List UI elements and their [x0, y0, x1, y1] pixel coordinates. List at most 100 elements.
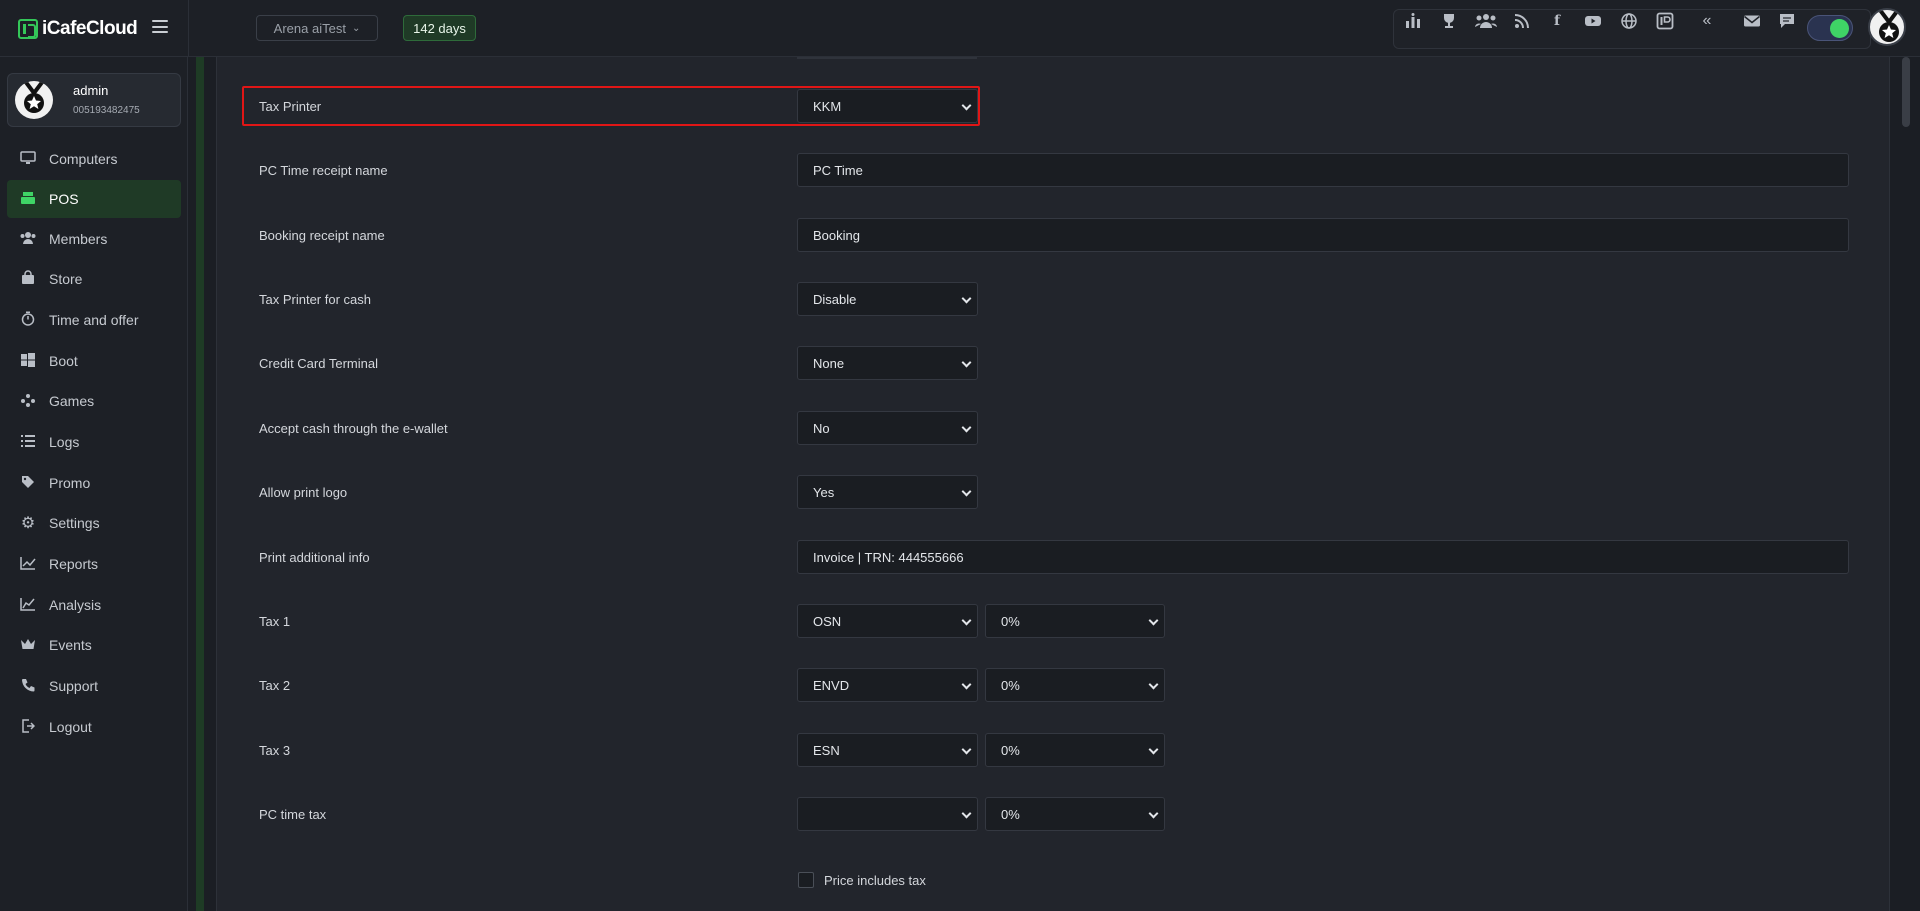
sidebar-item-label: Boot: [49, 353, 78, 369]
sidebar-item-logout[interactable]: Logout: [7, 709, 181, 745]
sidebar-item-pos[interactable]: POS: [7, 180, 181, 218]
cafe-selector-label: Arena aiTest: [273, 20, 346, 36]
list-icon: [19, 434, 37, 450]
tax-printer-label: Tax Printer: [259, 99, 322, 114]
credit-card-terminal-value: None: [813, 355, 845, 371]
phone-icon: [19, 678, 37, 695]
tax3-label: Tax 3: [259, 743, 291, 758]
chevron-down-icon: [961, 744, 972, 755]
windows-icon: [19, 352, 37, 370]
mail-icon[interactable]: [1743, 12, 1761, 30]
tax-printer-select[interactable]: KKM: [797, 89, 978, 123]
tax-printer-cash-select[interactable]: Disable: [797, 282, 978, 316]
chevron-down-icon: [961, 357, 972, 368]
allow-print-logo-label: Allow print logo: [259, 485, 348, 500]
scrolled-field-edge: [797, 57, 977, 59]
sidebar-item-label: POS: [49, 191, 79, 207]
tax1-rate-select[interactable]: 0%: [985, 604, 1165, 638]
sidebar-item-analysis[interactable]: Analysis: [7, 587, 181, 623]
avatar: [15, 81, 53, 119]
accept-cash-ewallet-select[interactable]: No: [797, 411, 978, 445]
tax3-rate-select[interactable]: 0%: [985, 733, 1165, 767]
user-avatar[interactable]: [1868, 8, 1906, 46]
pc-time-tax-rate-select[interactable]: 0%: [985, 797, 1165, 831]
stopwatch-icon: [19, 311, 37, 329]
tag-icon: [19, 475, 37, 492]
sidebar-item-support[interactable]: Support: [7, 668, 181, 704]
sidebar-item-logs[interactable]: Logs: [7, 424, 181, 460]
sidebar-item-store[interactable]: Store: [7, 261, 181, 297]
chevron-down-icon: [1148, 744, 1159, 755]
icafe-logo-icon: [18, 19, 38, 39]
app-logo[interactable]: iCafeCloud: [18, 18, 138, 40]
sidebar-item-computers[interactable]: Computers: [7, 141, 181, 177]
chevron-down-icon: [961, 808, 972, 819]
trophy-icon[interactable]: [1440, 12, 1458, 30]
sidebar-item-label: Games: [49, 393, 95, 409]
youtube-icon[interactable]: [1584, 12, 1602, 30]
sidebar-item-promo[interactable]: Promo: [7, 465, 181, 501]
chevron-down-icon: [1148, 615, 1159, 626]
toggle-knob: [1830, 19, 1849, 38]
tax2-type-select[interactable]: ENVD: [797, 668, 978, 702]
sidebar-item-label: Settings: [49, 515, 100, 531]
monitor-icon: [19, 150, 37, 168]
sidebar-item-members[interactable]: Members: [7, 221, 181, 257]
sidebar-item-label: Members: [49, 231, 108, 247]
profile-card[interactable]: admin 005193482475: [7, 73, 181, 127]
sidebar-item-label: Promo: [49, 475, 91, 491]
chevron-down-icon: ⌄: [351, 22, 361, 34]
price-includes-tax-label: Price includes tax: [824, 873, 926, 888]
scrollbar[interactable]: [1902, 57, 1910, 127]
sidebar-item-time-and-offer[interactable]: Time and offer: [7, 302, 181, 338]
area-chart-icon: [19, 597, 37, 614]
chevron-down-icon: [961, 486, 972, 497]
logout-icon: [19, 718, 37, 736]
theme-toggle[interactable]: [1807, 15, 1853, 41]
facebook-icon[interactable]: f: [1548, 12, 1566, 30]
tax2-rate-select[interactable]: 0%: [985, 668, 1165, 702]
app-logo-text: iCafeCloud: [42, 18, 138, 39]
sidebar-item-games[interactable]: Games: [7, 383, 181, 419]
booking-receipt-label: Booking receipt name: [259, 228, 385, 243]
users-group-icon[interactable]: [1475, 12, 1497, 30]
sidebar: admin 005193482475 Computers POS Members…: [0, 57, 188, 911]
pc-time-receipt-value: PC Time: [813, 162, 863, 178]
print-additional-info-input[interactable]: Invoice | TRN: 444555666: [797, 540, 1849, 574]
credit-card-terminal-select[interactable]: None: [797, 346, 978, 380]
tax1-type-value: OSN: [813, 613, 842, 629]
license-days-badge: 142 days: [403, 15, 476, 41]
top-bar: iCafeCloud Arena aiTest ⌄ 142 days f «: [0, 0, 1920, 57]
tax-printer-cash-value: Disable: [813, 291, 857, 307]
icafe-icon[interactable]: [1656, 12, 1674, 30]
sidebar-item-boot[interactable]: Boot: [7, 343, 181, 379]
globe-icon[interactable]: [1620, 12, 1638, 30]
crown-icon: [19, 637, 37, 653]
sidebar-item-label: Computers: [49, 151, 118, 167]
price-includes-tax-checkbox[interactable]: [798, 872, 814, 888]
rss-icon[interactable]: [1513, 12, 1531, 30]
leaderboard-icon[interactable]: [1404, 12, 1422, 30]
menu-toggle-icon[interactable]: [152, 20, 168, 33]
sidebar-item-settings[interactable]: ⚙ Settings: [7, 505, 181, 541]
sidebar-item-reports[interactable]: Reports: [7, 546, 181, 582]
booking-receipt-input[interactable]: Booking: [797, 218, 1849, 252]
medal-avatar-icon: [23, 81, 45, 113]
pc-time-receipt-input[interactable]: PC Time: [797, 153, 1849, 187]
tax3-type-select[interactable]: ESN: [797, 733, 978, 767]
sidebar-item-label: Store: [49, 271, 83, 287]
tax1-type-select[interactable]: OSN: [797, 604, 978, 638]
sidebar-item-label: Logs: [49, 434, 80, 450]
sidebar-item-events[interactable]: Events: [7, 627, 181, 663]
cafe-selector[interactable]: Arena aiTest ⌄: [256, 15, 378, 41]
pc-time-tax-type-select[interactable]: [797, 797, 978, 831]
double-chevron-left-icon[interactable]: «: [1698, 12, 1716, 30]
members-icon: [19, 231, 37, 248]
sidebar-item-label: Logout: [49, 719, 92, 735]
accept-cash-ewallet-value: No: [813, 420, 830, 436]
tax3-type-value: ESN: [813, 742, 840, 758]
chat-icon[interactable]: [1778, 12, 1796, 30]
divider: [188, 0, 189, 57]
cash-register-icon: [19, 191, 37, 208]
allow-print-logo-select[interactable]: Yes: [797, 475, 978, 509]
